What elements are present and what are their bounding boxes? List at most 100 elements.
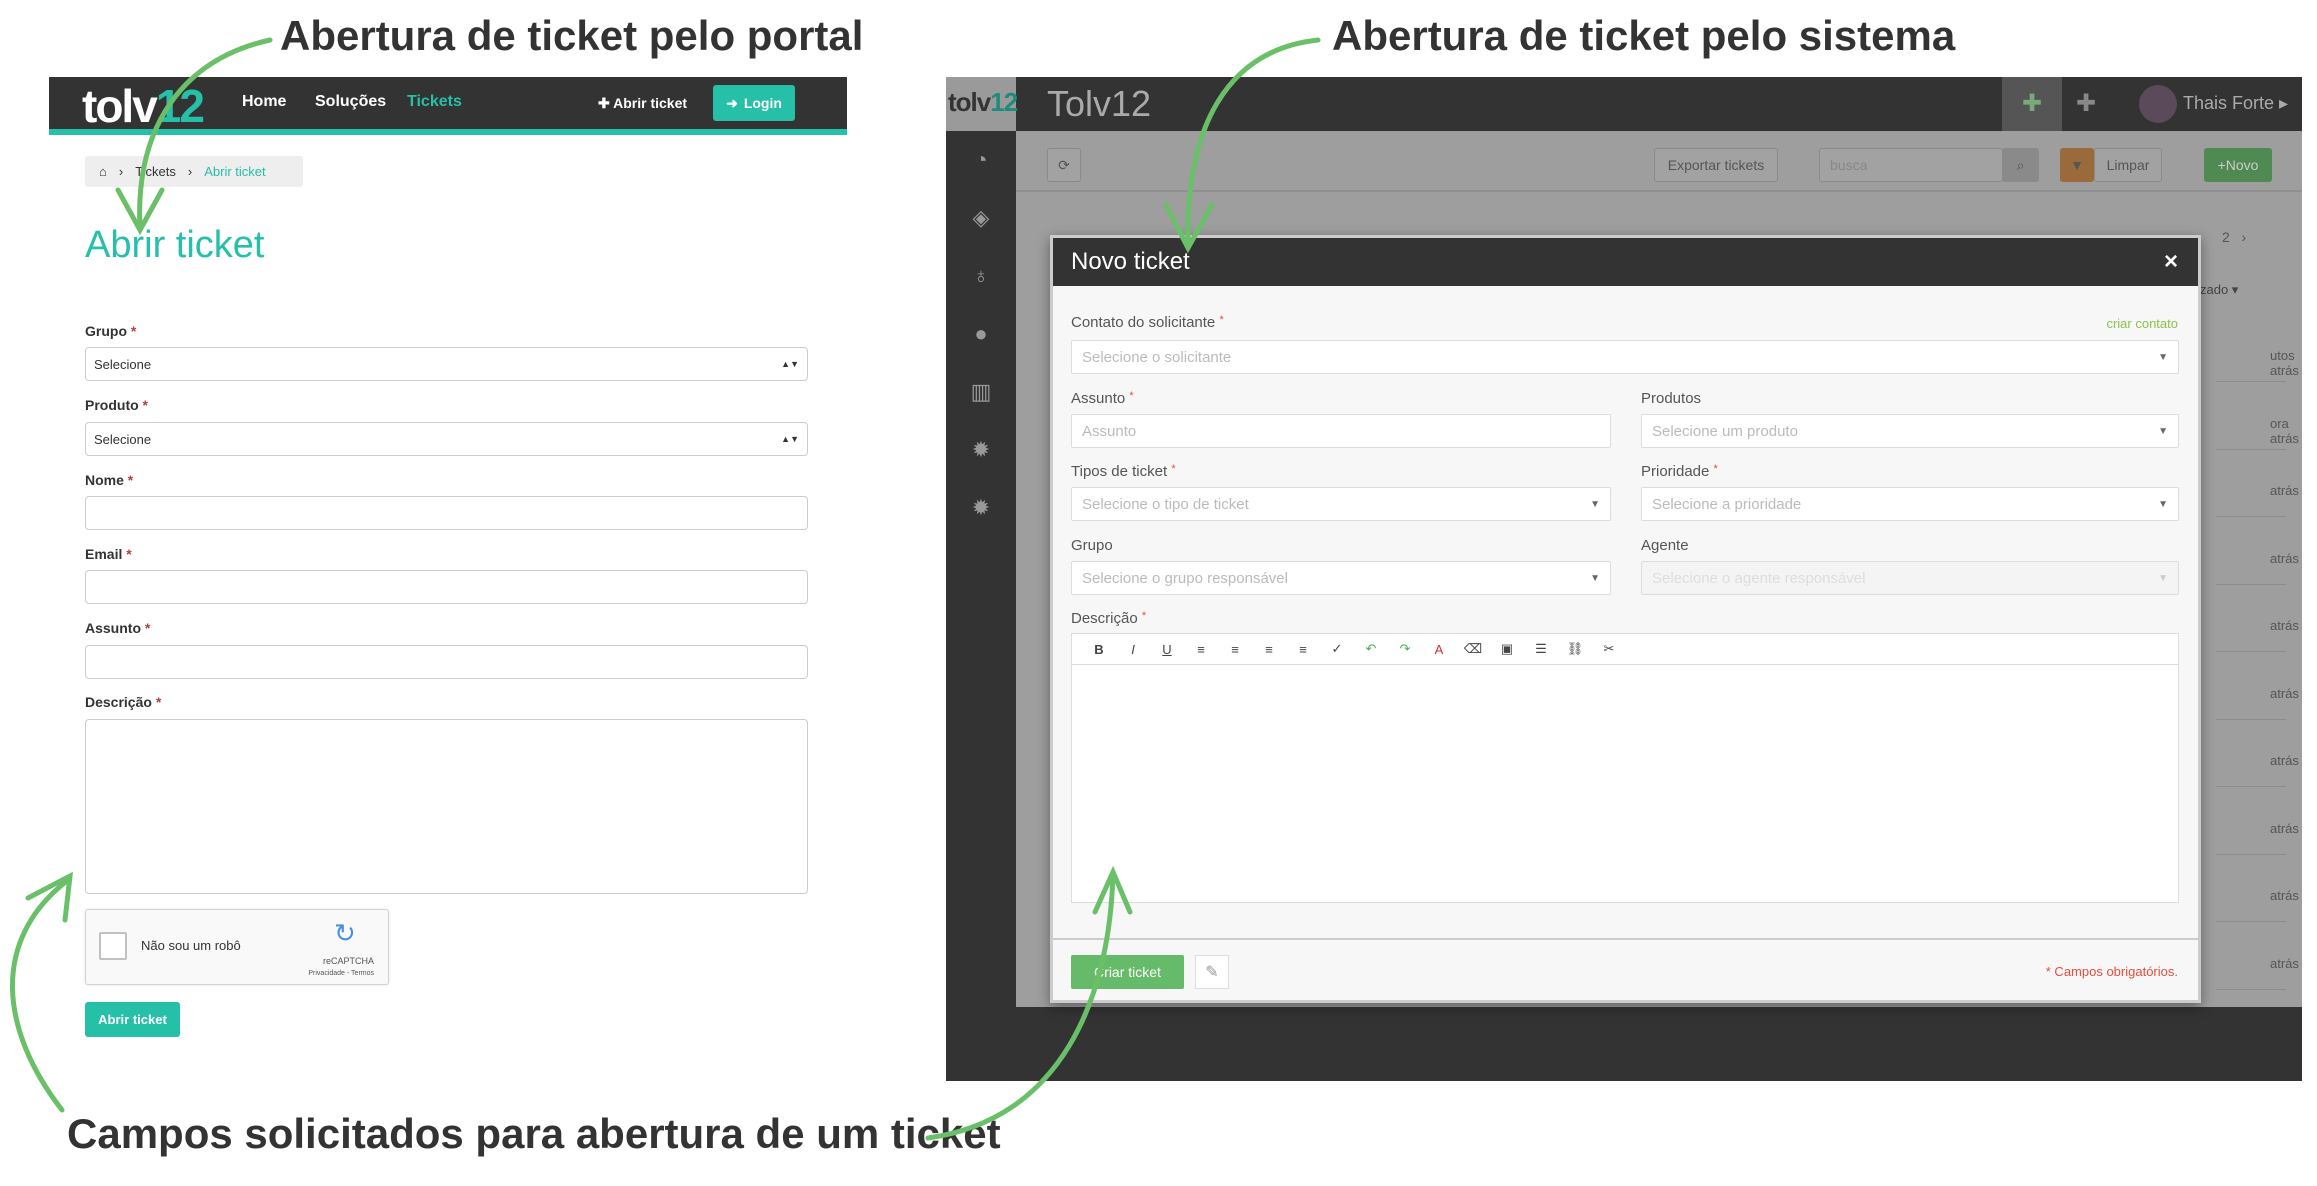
abrir-ticket-button[interactable]: Abrir ticket [85, 1002, 180, 1037]
search-icon[interactable]: ⌕ [2002, 148, 2039, 182]
lightbulb-icon[interactable]: ♁ [966, 263, 996, 289]
refresh-button[interactable]: ⟳ [1047, 148, 1081, 182]
home-icon[interactable]: ⌂ [99, 164, 107, 179]
ticket-icon[interactable]: ◈ [966, 205, 996, 231]
new-button[interactable]: +Novo [2204, 148, 2272, 182]
breadcrumb-tickets[interactable]: Tickets [135, 164, 176, 179]
ticket-row-time: atrás [2270, 685, 2299, 701]
caret-down-icon: ▼ [2158, 498, 2168, 510]
label-grupo: Grupo [1071, 537, 1113, 554]
modal-header: Novo ticket [1053, 238, 2198, 286]
captcha-links[interactable]: Privacidade - Termos [308, 970, 374, 977]
editor-tool-10-icon[interactable]: A [1422, 642, 1456, 657]
select-arrows-icon: ▲▼ [781, 434, 799, 444]
gears-icon[interactable]: ✹ [966, 495, 996, 521]
row-divider [2216, 516, 2286, 517]
label-email: Email * [85, 546, 132, 562]
editor-tool-3-icon[interactable]: ≡ [1184, 642, 1218, 657]
caption-portal: Abertura de ticket pelo portal [280, 12, 864, 59]
editor-tool-2-icon[interactable]: U [1150, 642, 1184, 657]
login-button[interactable]: ➜ Login [713, 85, 795, 121]
assunto-input[interactable] [85, 645, 808, 679]
descricao-textarea[interactable] [85, 719, 808, 894]
products-select[interactable]: Selecione um produto ▼ [1641, 414, 2179, 448]
chevron-right-icon: › [187, 164, 193, 179]
nav-tickets[interactable]: Tickets [407, 93, 462, 111]
captcha-label: Não sou um robô [141, 938, 241, 953]
row-divider [2216, 651, 2286, 652]
agent-select[interactable]: Selecione o agente responsável ▼ [1641, 561, 2179, 595]
editor-tool-13-icon[interactable]: ☰ [1524, 641, 1558, 657]
subject-input[interactable]: Assunto [1071, 414, 1611, 448]
portal-logo[interactable]: tolv12 [82, 79, 205, 133]
chart-icon[interactable]: ▥ [966, 379, 996, 405]
editor-tool-6-icon[interactable]: ≡ [1286, 642, 1320, 657]
system-logo[interactable]: tolv12 [946, 77, 1018, 131]
label-nome: Nome * [85, 472, 134, 488]
create-ticket-button[interactable]: Criar ticket [1071, 955, 1184, 989]
group-select[interactable]: Selecione o grupo responsável ▼ [1071, 561, 1611, 595]
editor-tool-5-icon[interactable]: ≡ [1252, 642, 1286, 657]
page-title: Abrir ticket [85, 224, 265, 266]
open-ticket-link[interactable]: ✚ Abrir ticket [598, 95, 687, 112]
editor-tool-15-icon[interactable]: ✂ [1592, 641, 1626, 657]
row-divider [2216, 381, 2286, 382]
caret-down-icon: ▼ [1590, 498, 1600, 510]
export-button[interactable]: Exportar tickets [1654, 148, 1778, 182]
grupo-select[interactable]: Selecione ▲▼ [85, 347, 808, 381]
email-input[interactable] [85, 570, 808, 604]
chevron-right-icon: › [118, 164, 124, 179]
label-prioridade: Prioridade * [1641, 463, 1718, 480]
editor-tool-9-icon[interactable]: ↷ [1388, 641, 1422, 657]
search-input[interactable]: busca [1819, 148, 2003, 182]
chevron-down-icon: ▼ [2158, 351, 2168, 363]
label-produtos: Produtos [1641, 390, 1702, 407]
editor-tool-0-icon[interactable]: B [1082, 642, 1116, 657]
editor-tool-12-icon[interactable]: ▣ [1490, 641, 1524, 657]
type-select[interactable]: Selecione o tipo de ticket ▼ [1071, 487, 1611, 521]
ticket-row-time: utos atrás [2270, 348, 2299, 378]
label-tipos: Tipos de ticket * [1071, 463, 1176, 480]
gear-icon[interactable]: ✹ [966, 437, 996, 463]
editor-tool-14-icon[interactable]: ⛓ [1558, 641, 1592, 657]
pagination[interactable]: 2 › [2222, 229, 2246, 245]
dashboard-icon[interactable]: ◔ [966, 147, 996, 173]
modal-title: Novo ticket [1071, 248, 1190, 275]
editor-tool-11-icon[interactable]: ⌫ [1456, 641, 1490, 657]
priority-select[interactable]: Selecione a prioridade ▼ [1641, 487, 2179, 521]
new-ticket-icon[interactable]: ✚ [2002, 77, 2062, 131]
editor-tool-7-icon[interactable]: ✓ [1320, 641, 1354, 657]
row-divider [2216, 583, 2286, 585]
recaptcha: Não sou um robô ↻ reCAPTCHA Privacidade … [85, 909, 389, 985]
user-icon[interactable]: ● [966, 321, 996, 347]
ticket-row-time: ora atrás [2270, 415, 2299, 446]
row-divider [2216, 448, 2286, 450]
nome-input[interactable] [85, 496, 808, 530]
close-icon[interactable]: × [2164, 248, 2178, 276]
attachment-icon[interactable]: ✎ [1195, 955, 1229, 989]
label-descricao: Descrição * [1071, 610, 1147, 627]
sort-column-header[interactable]: zado ▾ [2200, 282, 2238, 298]
captcha-checkbox[interactable] [99, 932, 127, 960]
create-contact-link[interactable]: criar contato [2106, 316, 2178, 331]
editor-tool-1-icon[interactable]: I [1116, 642, 1150, 657]
description-editor[interactable]: B I U ≡ ≡ ≡ ≡ ✓ ↶ ↷ A ⌫ ▣ ☰ ⛓ ✂ [1071, 633, 2179, 903]
add-user-icon[interactable]: ✚ [2076, 89, 2096, 118]
nav-solucoes[interactable]: Soluções [315, 93, 386, 111]
label-assunto: Assunto * [1071, 390, 1134, 407]
row-divider [2216, 786, 2286, 787]
clear-button[interactable]: Limpar [2094, 148, 2162, 182]
editor-tool-4-icon[interactable]: ≡ [1218, 642, 1252, 657]
filter-icon[interactable]: ▼ [2060, 148, 2094, 182]
ticket-row-time: atrás [2270, 753, 2299, 768]
contact-select[interactable]: Selecione o solicitante ▼ [1071, 340, 2179, 374]
nav-home[interactable]: Home [242, 93, 286, 111]
required-note: * Campos obrigatórios. [2045, 964, 2178, 979]
avatar[interactable] [2139, 85, 2177, 123]
login-label: Login [743, 95, 782, 111]
row-divider [2216, 718, 2286, 720]
editor-tool-8-icon[interactable]: ↶ [1354, 641, 1388, 657]
user-name[interactable]: Thais Forte ▸ [2183, 93, 2288, 114]
label-grupo: Grupo * [85, 323, 137, 339]
produto-select[interactable]: Selecione ▲▼ [85, 422, 808, 456]
